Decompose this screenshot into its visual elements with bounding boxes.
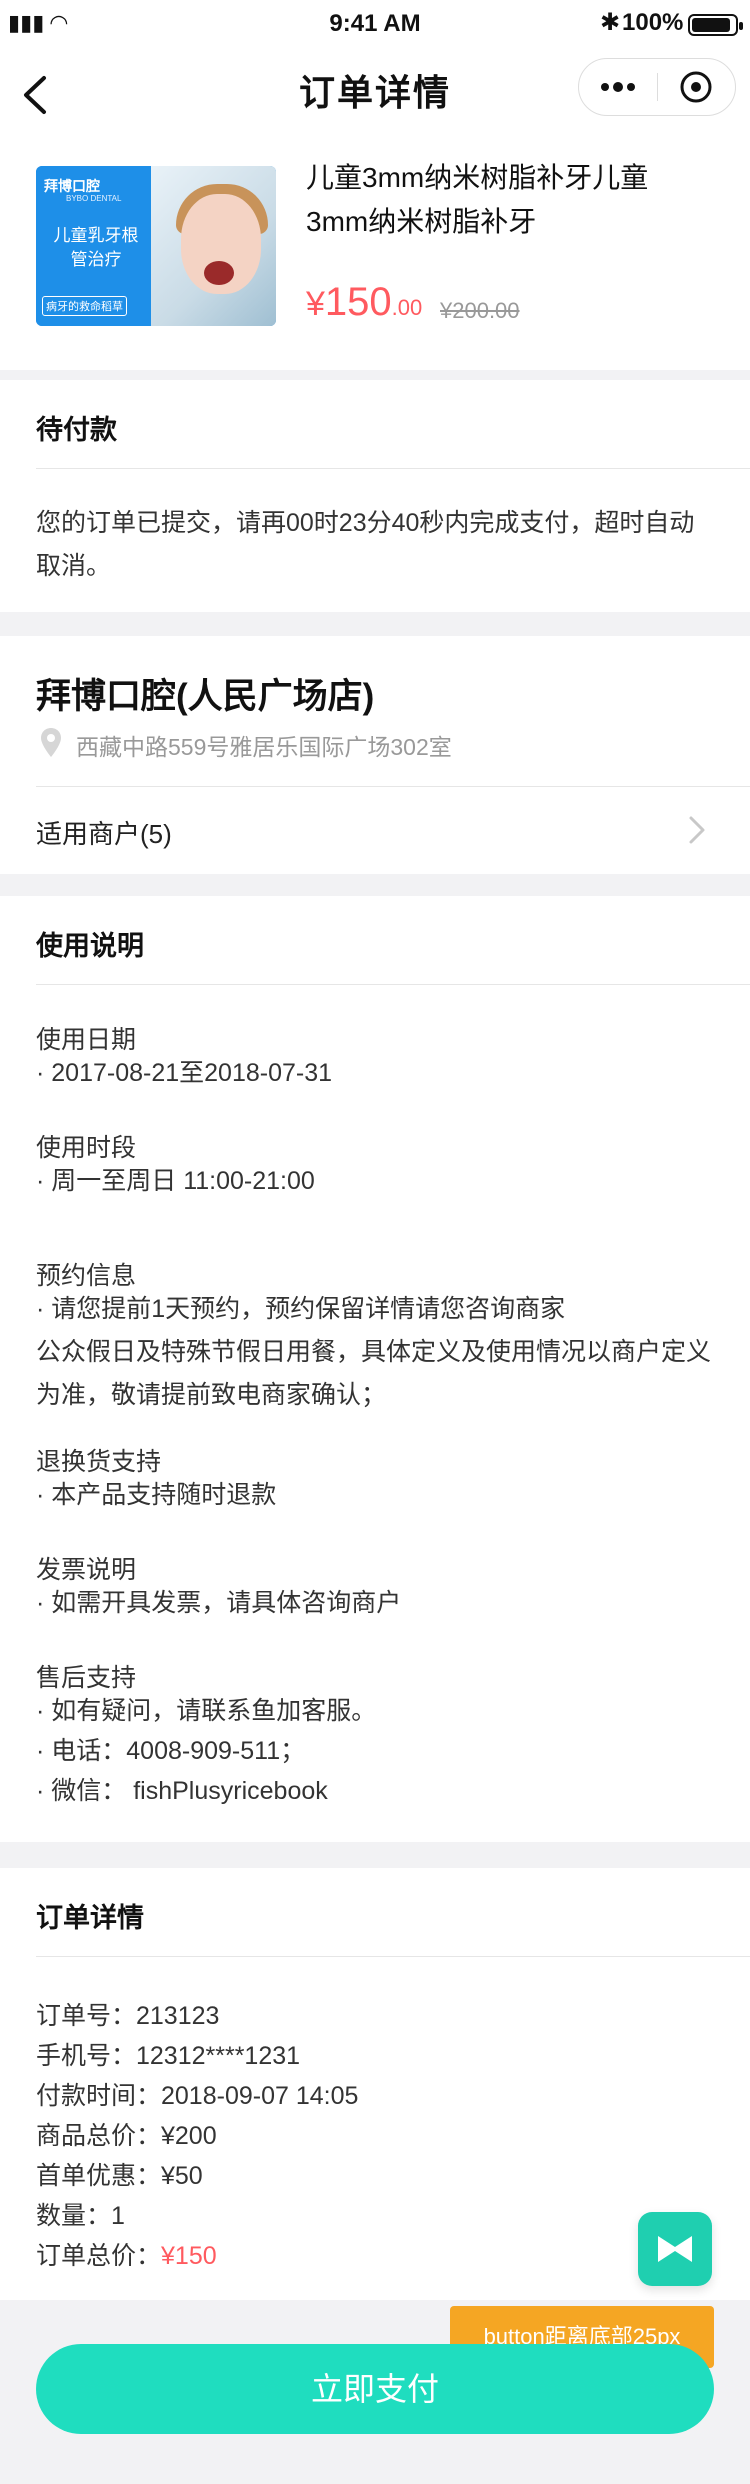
pending-message: 您的订单已提交，请再00时23分40秒内完成支付，超时自动取消。	[36, 509, 695, 580]
after-sales-line-2: · 电话：4008-909-511；	[36, 1737, 306, 1765]
order-phone: 手机号：12312****1231	[36, 2042, 301, 2070]
merchants-label: 适用商户(5)	[36, 819, 172, 849]
order-first-discount: 首单优惠：¥50	[36, 2162, 203, 2190]
target-circle-icon	[680, 71, 712, 103]
divider	[36, 984, 750, 985]
product-name: 儿童3mm纳米树脂补牙儿童3mm纳米树脂补牙	[306, 162, 649, 237]
shop-card: 拜博口腔(人民广场店) 西藏中路559号雅居乐国际广场302室 适用商户(5)	[0, 636, 750, 874]
invoice-value: · 如需开具发票，请具体咨询商户	[36, 1589, 402, 1617]
divider	[36, 468, 750, 469]
booking-line-2: 公众假日及特殊节假日用餐，具体定义及使用情况以商户定义为准，敬请提前致电商家确认…	[36, 1338, 712, 1409]
after-sales-line-1: · 如有疑问，请联系鱼加客服。	[36, 1697, 377, 1725]
order-number: 订单号：213123	[36, 2002, 220, 2030]
order-title: 订单详情	[36, 1903, 144, 1933]
after-sales-head: 售后支持	[36, 1664, 137, 1692]
bluetooth-icon: ✱	[600, 9, 621, 36]
usage-date-value: · 2017-08-21至2018-07-31	[36, 1059, 333, 1087]
booking-head: 预约信息	[36, 1262, 137, 1290]
refund-head: 退换货支持	[36, 1448, 162, 1476]
booking-line-1: · 请您提前1天预约，预约保留详情请您咨询商家	[36, 1295, 566, 1323]
thumb-brand-en: BYBO DENTAL	[66, 194, 122, 203]
usage-instructions-card: 使用说明 使用日期 · 2017-08-21至2018-07-31 使用时段 ·…	[0, 896, 750, 1842]
shop-name: 拜博口腔(人民广场店)	[36, 677, 375, 716]
refund-value: · 本产品支持随时退款	[36, 1481, 277, 1509]
shop-address: 西藏中路559号雅居乐国际广场302室	[76, 734, 452, 760]
pending-payment-card: 待付款 您的订单已提交，请再00时23分40秒内完成支付，超时自动取消。	[0, 380, 750, 612]
order-total-value: ¥150	[161, 2242, 217, 2270]
original-price: ¥200.00	[440, 298, 520, 323]
thumb-slogan: 儿童乳牙根管治疗	[53, 226, 139, 269]
battery-icon	[688, 14, 743, 36]
thumb-subtitle: 病牙的救命稻草	[42, 296, 127, 316]
status-bar: ▮▮▮ ◠ 9:41 AM ✱ 100%	[0, 0, 750, 48]
divider	[36, 1956, 750, 1957]
after-sales-line-3: · 微信： fishPlusyricebook	[36, 1777, 328, 1805]
customer-service-button[interactable]	[638, 2212, 712, 2286]
usage-time-head: 使用时段	[36, 1134, 137, 1162]
product-card[interactable]: 拜博口腔 BYBO DENTAL 儿童乳牙根管治疗 病牙的救命稻草 儿童3mm纳…	[0, 140, 750, 370]
battery-percent: 100%	[622, 9, 684, 36]
pay-now-button[interactable]: 立即支付	[36, 2344, 714, 2434]
close-button[interactable]	[658, 59, 736, 115]
order-goods-total: 商品总价：¥200	[36, 2122, 217, 2150]
usage-time-value: · 周一至周日 11:00-21:00	[36, 1167, 315, 1195]
pending-title: 待付款	[36, 415, 117, 445]
chevron-right-icon	[689, 816, 705, 844]
order-total: 订单总价：¥150	[36, 2242, 217, 2270]
mini-program-capsule	[578, 58, 736, 116]
product-thumbnail: 拜博口腔 BYBO DENTAL 儿童乳牙根管治疗 病牙的救命稻草	[36, 166, 276, 326]
order-quantity: 数量：1	[36, 2202, 125, 2230]
usage-date-head: 使用日期	[36, 1026, 137, 1054]
more-dots-icon	[601, 82, 635, 92]
usage-title: 使用说明	[36, 931, 144, 961]
order-pay-time: 付款时间：2018-09-07 14:05	[36, 2082, 359, 2110]
invoice-head: 发票说明	[36, 1556, 137, 1584]
applicable-merchants-row[interactable]: 适用商户(5)	[0, 786, 750, 874]
chat-bow-icon	[658, 2236, 692, 2262]
more-button[interactable]	[579, 59, 657, 115]
location-pin-icon	[41, 728, 61, 757]
product-price: ¥150.00	[306, 280, 423, 324]
thumb-brand: 拜博口腔	[44, 178, 100, 194]
